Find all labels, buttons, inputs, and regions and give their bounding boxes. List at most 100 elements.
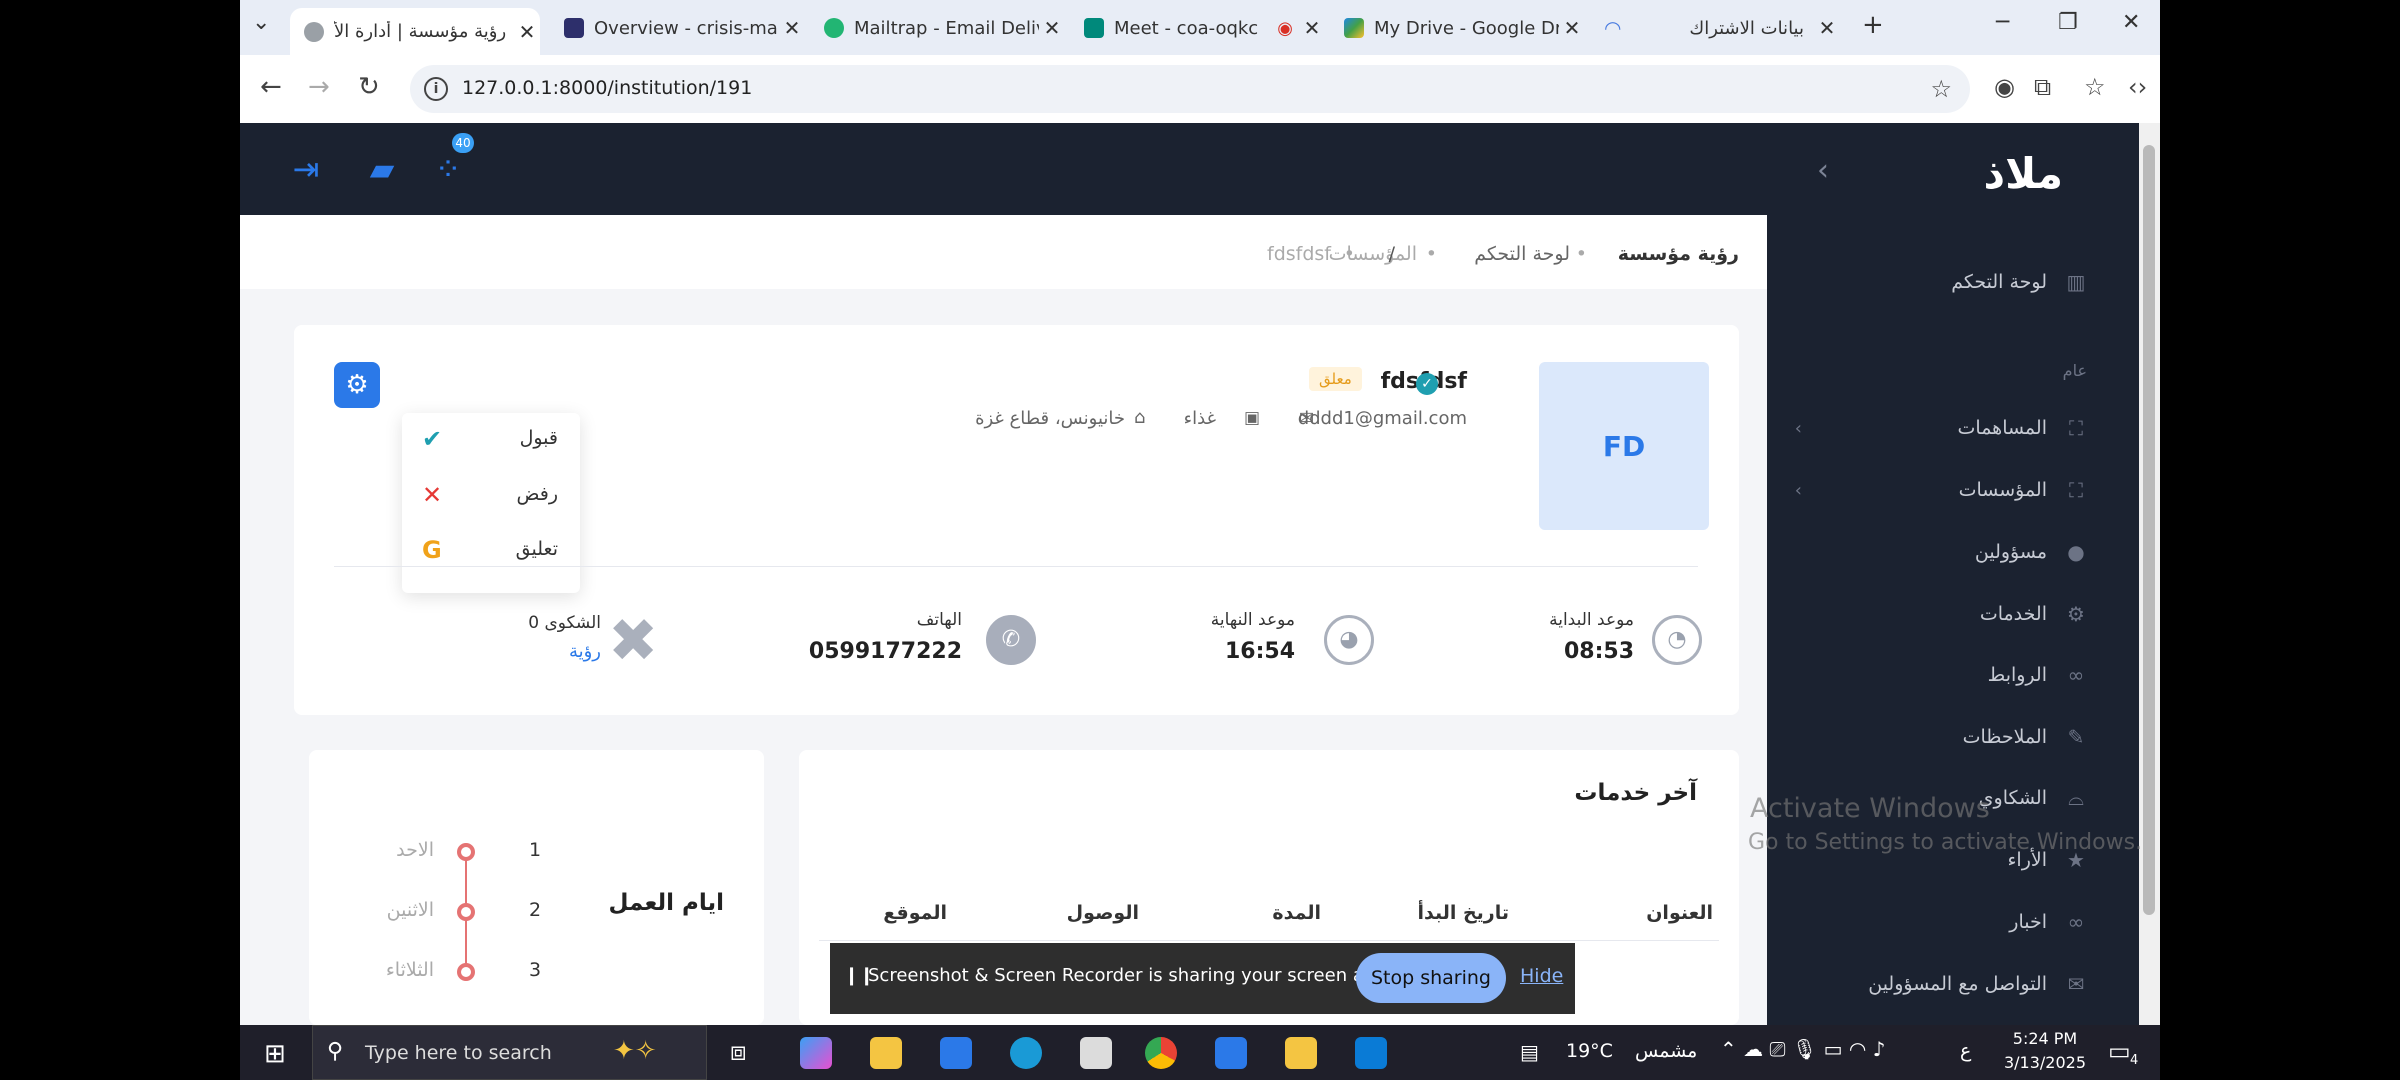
- sidebar-item-label: المؤسسات: [1958, 479, 2047, 501]
- tab-subscription[interactable]: ◠ بيانات الاشتراك ✕: [1590, 8, 1840, 48]
- extensions-icon[interactable]: ⧉: [2034, 73, 2051, 101]
- sidebar-item-notes[interactable]: الملاحظات ✎: [1963, 726, 2087, 748]
- complaints-view-link[interactable]: رؤية: [569, 641, 601, 662]
- browser-window: ⌄ رؤية مؤسسة | أدارة الأ ✕ Overview - cr…: [240, 0, 2160, 1025]
- mailtrap-icon: [824, 18, 844, 38]
- close-icon[interactable]: ✕: [1814, 16, 1840, 40]
- windows-start-icon[interactable]: ⊞: [264, 1039, 286, 1069]
- sidebar-item-institutions[interactable]: ‹ المؤسسات ⛶: [1795, 479, 2087, 501]
- back-icon[interactable]: ←: [260, 72, 282, 102]
- site-info-icon[interactable]: i: [424, 77, 448, 101]
- collapse-sidebar-icon[interactable]: ‹: [1817, 153, 1829, 188]
- taskbar: ⊞ ⚲ Type here to search ✦✧ ⧈ ▤ 19°C مشمس…: [240, 1025, 2160, 1080]
- scrollbar[interactable]: [2139, 123, 2160, 1025]
- restore-icon[interactable]: ❐: [2058, 10, 2078, 35]
- file-explorer-icon[interactable]: [870, 1037, 902, 1069]
- menu-suspend[interactable]: G تعليق: [402, 524, 580, 578]
- stop-sharing-button[interactable]: Stop sharing: [1356, 953, 1506, 1003]
- column-header: العنوان: [1646, 902, 1713, 924]
- x-icon: ✕: [422, 481, 443, 509]
- reload-icon[interactable]: ↻: [358, 72, 380, 102]
- column-header: الوصول: [1066, 902, 1139, 924]
- camera-icon[interactable]: ◉: [1994, 73, 2015, 101]
- settings-button[interactable]: ⚙: [334, 362, 380, 408]
- tab-mailtrap[interactable]: Mailtrap - Email Deliv ✕: [810, 8, 1065, 48]
- close-icon[interactable]: ✕: [1299, 16, 1325, 40]
- tab-drive[interactable]: My Drive - Google Dr ✕: [1330, 8, 1585, 48]
- sidebar-item-news[interactable]: اخبار ∞: [2009, 911, 2087, 933]
- breadcrumb-bar: رؤية مؤسسة • لوحة التحكم • المؤسسات / • …: [240, 215, 1767, 289]
- system-tray-icons[interactable]: ⌃ ☁ ⎚ 🎙 ▭ ◠ ♪: [1720, 1037, 1885, 1061]
- breadcrumb-separator: /: [1388, 243, 1395, 265]
- sidebar-item-links[interactable]: الروابط ∞: [1988, 664, 2087, 686]
- sidebar: ملاذ ‹ لوحة التحكم ▥ عام ‹ المساهمات ⛶ ‹…: [1767, 123, 2139, 1025]
- tab-institution[interactable]: رؤية مؤسسة | أدارة الأ ✕: [290, 8, 540, 55]
- notification-count: 4: [2130, 1053, 2139, 1068]
- new-tab-icon[interactable]: +: [1862, 10, 1884, 40]
- sidebar-item-dashboard[interactable]: لوحة التحكم ▥: [1951, 271, 2087, 293]
- activate-windows-title: Activate Windows: [1750, 793, 1990, 824]
- bookmarks-icon[interactable]: ☆: [2084, 73, 2106, 101]
- sidebar-item-label: الخدمات: [1979, 603, 2047, 625]
- mail-app-icon[interactable]: [1080, 1037, 1112, 1069]
- sidebar-item-label: لوحة التحكم: [1951, 271, 2047, 293]
- logout-icon[interactable]: ⇥: [286, 149, 326, 189]
- start-label: موعد البداية: [1549, 610, 1634, 630]
- edge-icon[interactable]: [1010, 1037, 1042, 1069]
- hide-button[interactable]: Hide: [1520, 965, 1563, 987]
- vscode-icon[interactable]: [1355, 1037, 1387, 1069]
- sidebar-item-services[interactable]: الخدمات ⚙: [1980, 603, 2087, 625]
- activate-windows-subtitle: Go to Settings to activate Windows.: [1748, 830, 2143, 855]
- todo-icon[interactable]: [1215, 1037, 1247, 1069]
- forward-icon[interactable]: →: [308, 72, 330, 102]
- minimize-icon[interactable]: ─: [1996, 10, 2009, 35]
- timeline-dot: [457, 963, 475, 981]
- window-close-icon[interactable]: ✕: [2122, 10, 2140, 35]
- chrome-icon[interactable]: [1145, 1037, 1177, 1069]
- app-icon: [564, 18, 584, 38]
- start-value: 08:53: [1563, 639, 1634, 664]
- notification-center-icon[interactable]: ▭: [2108, 1037, 2131, 1065]
- address-bar[interactable]: i 127.0.0.1:8000/institution/191 ☆: [410, 65, 1970, 113]
- bookmark-star-icon[interactable]: ☆: [1930, 75, 1952, 103]
- sidebar-item-complaints[interactable]: الشكاوي ⌓: [1979, 787, 2087, 809]
- sidebar-item-contact[interactable]: التواصل مع المسؤولين ✉: [1868, 973, 2087, 995]
- store-icon[interactable]: [940, 1037, 972, 1069]
- expand-icon: ⛶: [2069, 416, 2083, 440]
- tab-overview[interactable]: Overview - crisis-man ✕: [550, 8, 805, 48]
- chat-icon[interactable]: ▰: [362, 149, 402, 189]
- tab-search-icon[interactable]: ⌄: [252, 10, 270, 35]
- url-text[interactable]: 127.0.0.1:8000/institution/191: [462, 77, 752, 99]
- table-divider: [819, 940, 1719, 941]
- menu-accept[interactable]: ✔ قبول: [402, 413, 580, 467]
- close-icon[interactable]: ✕: [1559, 16, 1585, 40]
- language-indicator[interactable]: ع: [1960, 1040, 1971, 1062]
- devtools-icon[interactable]: ‹›: [2128, 73, 2147, 101]
- clock-time[interactable]: 5:24 PM: [2000, 1029, 2090, 1048]
- weather-temp[interactable]: 19°C: [1566, 1040, 1613, 1062]
- copilot-icon[interactable]: [800, 1037, 832, 1069]
- task-view-icon[interactable]: ⧈: [730, 1037, 747, 1068]
- meet-icon: [1084, 18, 1104, 38]
- weather-text[interactable]: مشمس: [1635, 1040, 1697, 1062]
- notes-app-icon[interactable]: [1285, 1037, 1317, 1069]
- sparkle-icon: ✦✧: [613, 1036, 657, 1066]
- clock-date[interactable]: 3/13/2025: [2000, 1053, 2090, 1072]
- sidebar-item-contributions[interactable]: ‹ المساهمات ⛶: [1795, 416, 2087, 440]
- breadcrumb-dashboard[interactable]: لوحة التحكم: [1474, 243, 1570, 265]
- tab-title: رؤية مؤسسة | أدارة الأ: [334, 21, 507, 42]
- close-icon[interactable]: ✕: [514, 20, 540, 44]
- taskbar-search[interactable]: ⚲ Type here to search ✦✧: [312, 1025, 707, 1080]
- close-icon[interactable]: ✕: [1039, 16, 1065, 40]
- phone-icon: ✆: [986, 615, 1036, 665]
- close-icon[interactable]: ✕: [779, 16, 805, 40]
- wifi-icon: ◠: [1604, 16, 1622, 40]
- tab-meet[interactable]: Meet - coa-oqkc ◉ ✕: [1070, 8, 1325, 48]
- breadcrumb-institutions[interactable]: المؤسسات: [1329, 243, 1417, 265]
- menu-reject[interactable]: ✕ رفض: [402, 469, 580, 523]
- weather-icon: ▤: [1520, 1040, 1539, 1064]
- scrollbar-thumb[interactable]: [2143, 145, 2155, 915]
- apps-icon[interactable]: ⁘: [428, 149, 468, 189]
- day-name: الثلاثاء: [385, 959, 434, 981]
- sidebar-item-officials[interactable]: مسؤولين ●: [1975, 541, 2087, 563]
